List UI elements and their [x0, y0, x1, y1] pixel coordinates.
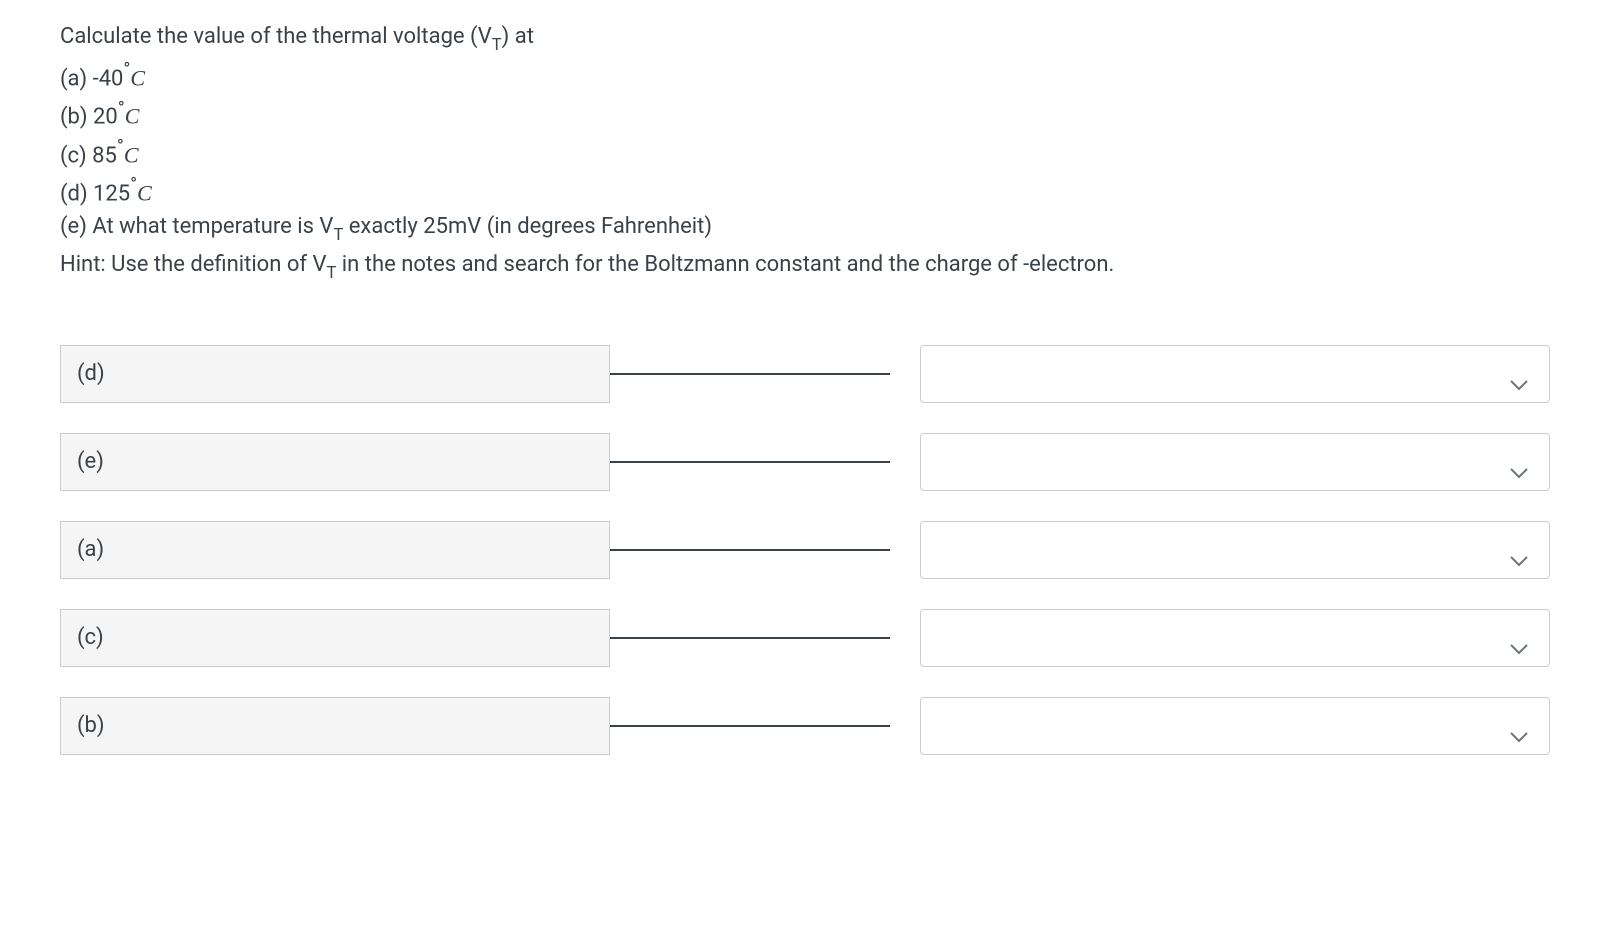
hint-end: in the notes and search for the Boltzman…	[336, 252, 1114, 277]
part-e-text: (e) At what temperature is V	[60, 214, 333, 239]
intro-text: Calculate the value of the thermal volta…	[60, 24, 492, 49]
unit-c: C	[124, 142, 139, 167]
part-c-label: (c) 85	[60, 143, 117, 168]
matching-row: (a)	[60, 521, 1550, 579]
part-c: (c) 85°C	[60, 134, 1550, 172]
dropdown-wrapper	[920, 609, 1550, 667]
part-e-end: exactly 25mV (in degrees Fahrenheit)	[343, 214, 712, 239]
chevron-down-icon	[1509, 368, 1529, 380]
chevron-down-icon	[1509, 632, 1529, 644]
question-intro: Calculate the value of the thermal volta…	[60, 20, 1550, 57]
dropdown-wrapper	[920, 521, 1550, 579]
intro-subscript: T	[492, 36, 502, 55]
hint-start: Hint: Use the definition of V	[60, 252, 326, 277]
question-text: Calculate the value of the thermal volta…	[60, 20, 1550, 285]
part-b: (b) 20°C	[60, 95, 1550, 133]
label-box-c: (c)	[60, 609, 610, 667]
dropdown-wrapper	[920, 433, 1550, 491]
answer-dropdown-a[interactable]	[920, 521, 1550, 579]
part-e-subscript: T	[333, 226, 343, 245]
label-box-e: (e)	[60, 433, 610, 491]
matching-container: (d) (e) (a)	[60, 345, 1550, 755]
answer-dropdown-b[interactable]	[920, 697, 1550, 755]
degree-c: °	[117, 135, 124, 157]
connector-line	[610, 725, 890, 727]
matching-row: (c)	[60, 609, 1550, 667]
dropdown-wrapper	[920, 697, 1550, 755]
part-a: (a) -40°C	[60, 57, 1550, 95]
answer-dropdown-d[interactable]	[920, 345, 1550, 403]
unit-a: C	[130, 65, 145, 90]
label-text: (d)	[77, 357, 105, 390]
connector-line	[610, 373, 890, 375]
degree-a: °	[123, 58, 130, 80]
intro-end: ) at	[502, 24, 534, 49]
hint-subscript: T	[326, 264, 336, 283]
part-d-label: (d) 125	[60, 181, 130, 206]
unit-d: C	[137, 180, 152, 205]
label-box-a: (a)	[60, 521, 610, 579]
unit-b: C	[125, 104, 140, 129]
chevron-down-icon	[1509, 456, 1529, 468]
connector-line	[610, 461, 890, 463]
label-box-b: (b)	[60, 697, 610, 755]
matching-row: (e)	[60, 433, 1550, 491]
part-e: (e) At what temperature is VT exactly 25…	[60, 210, 1550, 247]
label-text: (c)	[77, 621, 104, 654]
label-text: (a)	[77, 533, 104, 566]
answer-dropdown-e[interactable]	[920, 433, 1550, 491]
chevron-down-icon	[1509, 544, 1529, 556]
hint: Hint: Use the definition of VT in the no…	[60, 248, 1550, 285]
matching-row: (d)	[60, 345, 1550, 403]
part-a-label: (a) -40	[60, 66, 123, 91]
part-b-label: (b) 20	[60, 105, 118, 130]
connector-line	[610, 637, 890, 639]
chevron-down-icon	[1509, 720, 1529, 732]
label-text: (e)	[77, 445, 104, 478]
label-box-d: (d)	[60, 345, 610, 403]
connector-line	[610, 549, 890, 551]
label-text: (b)	[77, 709, 105, 742]
answer-dropdown-c[interactable]	[920, 609, 1550, 667]
degree-d: °	[130, 173, 137, 195]
matching-row: (b)	[60, 697, 1550, 755]
degree-b: °	[118, 97, 125, 119]
part-d: (d) 125°C	[60, 172, 1550, 210]
dropdown-wrapper	[920, 345, 1550, 403]
